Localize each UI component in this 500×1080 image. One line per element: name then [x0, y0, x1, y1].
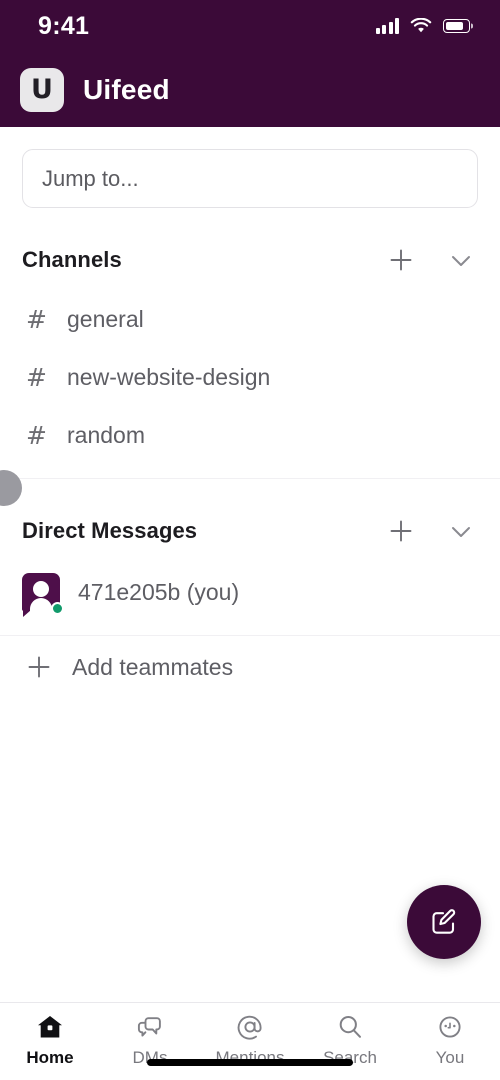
magnifier-icon: [335, 1012, 365, 1042]
channel-list: # general # new-website-design # random: [0, 290, 500, 464]
status-bar-time: 9:41: [38, 11, 90, 40]
chat-bubbles-icon: [134, 1012, 166, 1042]
add-dm-button[interactable]: [386, 516, 416, 546]
compose-button[interactable]: [407, 885, 481, 959]
dm-actions: [386, 516, 476, 546]
search-container: [0, 127, 500, 208]
home-icon: [35, 1012, 65, 1042]
wifi-icon: [410, 18, 432, 34]
channel-item-new-website-design[interactable]: # new-website-design: [0, 348, 500, 406]
collapse-channels-button[interactable]: [446, 245, 476, 275]
home-indicator: [147, 1059, 353, 1066]
channel-label: general: [67, 305, 144, 332]
channel-item-general[interactable]: # general: [0, 290, 500, 348]
tab-label: You: [435, 1048, 465, 1067]
channel-label: new-website-design: [67, 363, 271, 390]
compose-pencil-icon: [432, 909, 456, 934]
add-teammates-label: Add teammates: [72, 653, 234, 680]
sidebar-content: Channels # general #: [0, 127, 500, 1002]
workspace-name: Uifeed: [83, 73, 170, 105]
hash-icon: #: [26, 304, 47, 334]
battery-icon: [443, 19, 470, 33]
collapse-dm-button[interactable]: [446, 516, 476, 546]
top-bar: 9:41 U Uifeed: [0, 0, 500, 127]
add-teammates-button[interactable]: Add teammates: [0, 636, 500, 698]
dm-label: 471e205b (you): [78, 578, 240, 605]
tab-you[interactable]: You: [400, 1012, 500, 1068]
channel-item-random[interactable]: # random: [0, 406, 500, 464]
section-divider: [0, 478, 500, 479]
dm-item-self[interactable]: 471e205b (you): [0, 561, 500, 623]
hash-icon: #: [26, 362, 47, 392]
at-sign-icon: [235, 1012, 265, 1042]
status-bar: 9:41: [0, 0, 500, 52]
user-avatar-icon: [22, 573, 64, 617]
presence-online-indicator: [51, 602, 64, 615]
hash-icon: #: [26, 420, 47, 450]
app-screen: 9:41 U Uifeed Jump to... Channels # gene…: [0, 0, 500, 1080]
workspace-logo: U: [20, 67, 64, 112]
plus-icon: [26, 654, 54, 680]
status-bar-indicators: [375, 18, 470, 34]
channels-title: Channels: [22, 247, 122, 272]
dm-title: Direct Messages: [22, 518, 198, 543]
workspace-header[interactable]: U Uifeed: [0, 52, 500, 127]
channel-label: random: [67, 421, 145, 448]
tab-label: Home: [26, 1048, 74, 1067]
search-input[interactable]: [22, 149, 478, 208]
cellular-signal-icon: [375, 18, 399, 34]
add-channel-button[interactable]: [386, 245, 416, 275]
profile-circle-icon: [435, 1012, 465, 1042]
channels-actions: [386, 245, 476, 275]
tab-home[interactable]: Home: [0, 1012, 100, 1068]
channels-section-header: Channels: [0, 230, 500, 290]
dm-section-header: Direct Messages: [0, 501, 500, 561]
bottom-tab-bar: Home DMs Mentions Search You: [0, 1002, 500, 1080]
